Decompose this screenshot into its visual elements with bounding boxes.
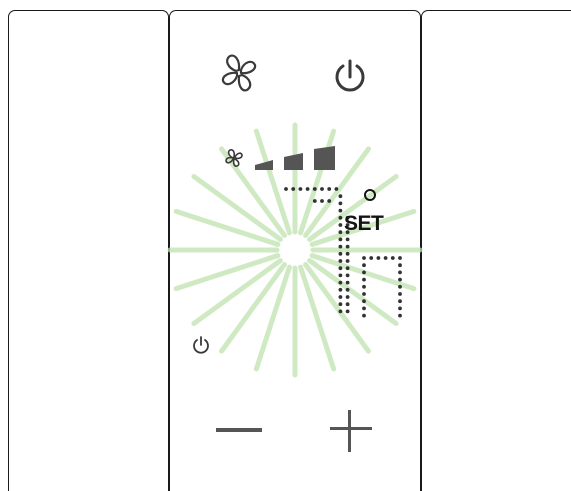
thermostat-screen: SET [0, 0, 571, 491]
zero-dot [398, 277, 402, 282]
zero-dot [362, 292, 366, 296]
zero-dot [362, 284, 366, 289]
power-icon [335, 59, 365, 92]
decrease-button[interactable] [214, 412, 266, 448]
seven-stem-dot [338, 309, 343, 314]
seven-stem-dot [345, 309, 350, 314]
seven-stem-dot [345, 273, 350, 278]
zero-dot [398, 256, 402, 260]
seven-stem-dot [345, 259, 350, 263]
zero-dot [362, 263, 366, 268]
zero-dot [362, 277, 366, 282]
fan-speed-bar-3 [314, 146, 335, 170]
zero-dot [390, 256, 395, 260]
seven-stem-dot [338, 223, 343, 227]
seven-stem-dot [338, 287, 343, 292]
seven-stem-dot [338, 194, 343, 199]
seven-inner-dot [327, 199, 332, 203]
seven-stem-dot [338, 215, 343, 220]
zero-dot [362, 299, 366, 304]
left-blank-panel [8, 10, 169, 491]
increase-button[interactable] [326, 410, 376, 460]
plus-icon [330, 410, 372, 452]
standby-indicator [193, 336, 209, 354]
zero-dot [398, 299, 402, 304]
power-small-icon [193, 336, 209, 354]
zero-dot [398, 292, 402, 296]
seven-top-dot [298, 187, 303, 191]
zero-dot [383, 256, 388, 260]
seven-stem-dot [345, 244, 350, 249]
fan-speed-bar-1 [255, 160, 273, 170]
power-button[interactable] [330, 56, 370, 98]
right-blank-panel [421, 10, 571, 491]
zero-dot [369, 256, 374, 260]
seven-top-dot [291, 187, 296, 191]
seven-stem-dot [338, 237, 343, 242]
seven-stem-dot [338, 302, 343, 307]
seven-stem-dot [345, 280, 350, 285]
seven-top-dot [284, 187, 288, 191]
seven-stem-dot [338, 259, 343, 263]
zero-dot [362, 313, 366, 318]
zero-dot [362, 256, 366, 260]
seven-top-dot [312, 187, 317, 191]
zero-dot [362, 270, 366, 275]
seven-top-dot [305, 187, 310, 191]
seven-stem-dot [338, 280, 343, 285]
fan-button[interactable] [216, 50, 262, 96]
seven-stem-dot [338, 208, 343, 213]
seven-stem-dot [338, 244, 343, 249]
seven-inner-dot [320, 199, 324, 203]
zero-dot [398, 313, 402, 318]
seven-stem-dot [338, 266, 343, 271]
seven-stem-dot [345, 302, 350, 307]
seven-stem-dot [338, 295, 343, 299]
zero-dot [398, 284, 402, 289]
seven-stem-dot [345, 266, 350, 271]
zero-dot [376, 256, 381, 260]
seven-stem-dot [345, 237, 350, 242]
seven-stem-dot [338, 201, 343, 206]
set-label: SET [344, 212, 384, 235]
minus-icon [216, 428, 262, 432]
seven-stem-dot [345, 287, 350, 292]
seven-stem-dot [338, 230, 343, 235]
fan-small-icon [225, 149, 243, 167]
zero-dot [398, 270, 402, 275]
temperature-display [284, 187, 402, 318]
seven-stem-dot [338, 273, 343, 278]
zero-dot [362, 306, 366, 311]
zero-dot [398, 263, 402, 268]
seven-stem-dot [345, 295, 350, 299]
seven-stem-dot [345, 251, 350, 256]
degree-symbol [364, 189, 376, 201]
seven-inner-dot [312, 199, 317, 203]
seven-top-dot [320, 187, 324, 191]
fan-speed-bar-2 [284, 153, 303, 170]
seven-top-dot [334, 187, 339, 191]
seven-stem-dot [338, 251, 343, 256]
fan-speed-indicator [225, 146, 335, 170]
fan-icon [221, 54, 257, 92]
zero-dot [398, 306, 402, 311]
seven-top-dot [327, 187, 332, 191]
